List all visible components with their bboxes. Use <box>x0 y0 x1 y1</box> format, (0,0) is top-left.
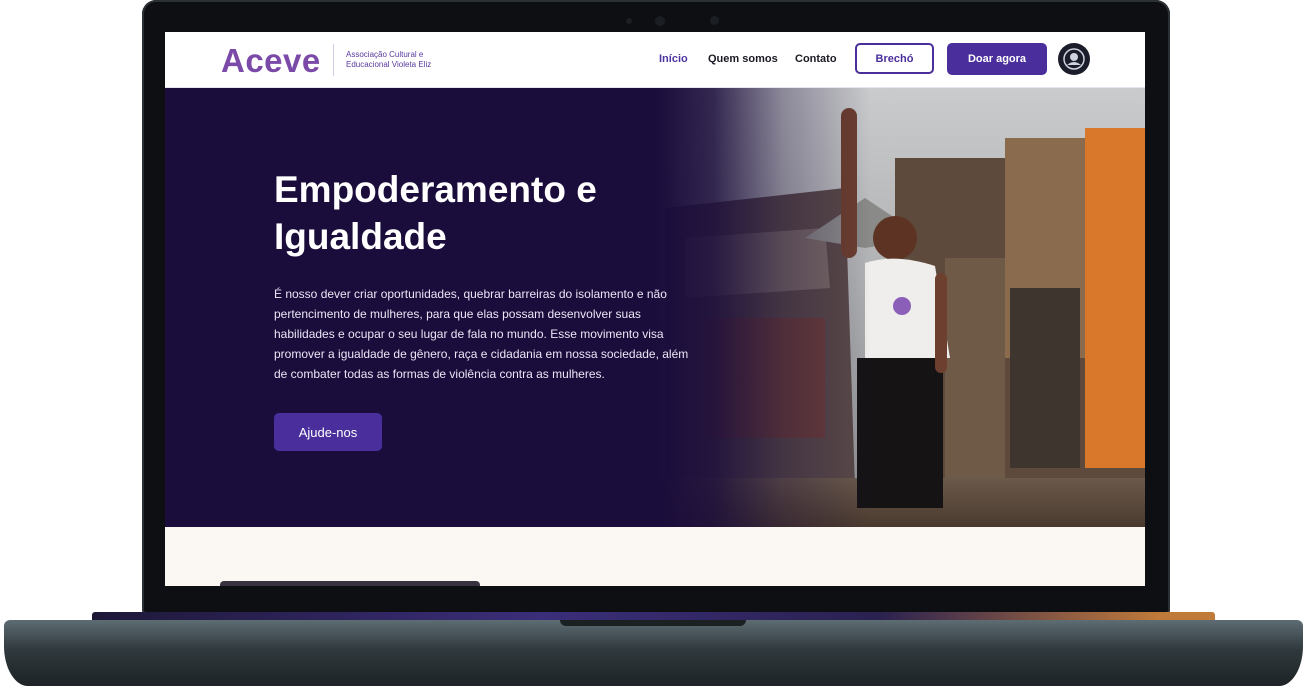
sensor-icon <box>626 18 632 24</box>
logo-tagline: Associação Cultural e Educacional Violet… <box>346 50 432 69</box>
emblem-icon <box>1063 48 1085 70</box>
webcam-icon <box>655 16 665 26</box>
browser-viewport: Aceve Associação Cultural e Educacional … <box>165 32 1145 586</box>
help-us-button[interactable]: Ajude-nos <box>274 413 382 451</box>
next-section-peek <box>220 581 480 586</box>
site-header: Aceve Associação Cultural e Educacional … <box>165 32 1145 88</box>
nav-inicio[interactable]: Início <box>659 53 688 65</box>
logo-divider <box>333 44 334 76</box>
aceve-logo[interactable]: Aceve <box>221 42 321 80</box>
hero-section: Empoderamento e Igualdade É nosso dever … <box>165 88 1145 527</box>
hero-title: Empoderamento e Igualdade <box>274 169 597 257</box>
hero-description: É nosso dever criar oportunidades, quebr… <box>274 287 689 381</box>
nav-contato[interactable]: Contato <box>795 53 837 65</box>
donate-button[interactable]: Doar agora <box>947 43 1047 75</box>
laptop-notch <box>560 620 746 626</box>
light-sensor-icon <box>710 16 719 25</box>
nav-quem-somos[interactable]: Quem somos <box>708 53 778 65</box>
laptop-base <box>4 620 1303 686</box>
brecho-button[interactable]: Brechó <box>855 43 934 74</box>
user-avatar[interactable] <box>1058 43 1090 75</box>
